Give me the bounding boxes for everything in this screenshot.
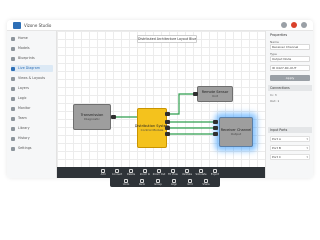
port-receiver-in-2[interactable] bbox=[213, 126, 218, 130]
tool-redo[interactable]: Redo bbox=[136, 178, 148, 187]
tool-delete[interactable]: Delete bbox=[125, 168, 137, 177]
footer-toolbar: Undo Redo Group Align Grid Share bbox=[110, 178, 220, 187]
panel-heading: Properties bbox=[270, 33, 288, 37]
port-distribution-out-1[interactable] bbox=[165, 112, 170, 116]
layout-icon bbox=[11, 76, 15, 81]
connections-section[interactable]: Connections bbox=[268, 85, 312, 91]
port-receiver-in-1[interactable] bbox=[213, 120, 218, 124]
wire-distribution-sensor[interactable] bbox=[167, 93, 197, 115]
tool-share[interactable]: Share bbox=[200, 178, 212, 187]
sidebar-item-home[interactable]: Home bbox=[11, 35, 53, 42]
app-window: Vizone Studio Home Models Blueprints Liv… bbox=[7, 20, 313, 178]
logic-icon bbox=[11, 96, 15, 101]
port-distribution-out-3[interactable] bbox=[165, 126, 170, 130]
sidebar-item-logic[interactable]: Logic bbox=[11, 95, 53, 102]
chevron-down-icon: ▾ bbox=[306, 137, 308, 141]
port-row-b[interactable]: Port B ▾ bbox=[270, 145, 310, 151]
app-logo bbox=[13, 22, 21, 29]
sidebar-item-settings[interactable]: Settings bbox=[11, 145, 53, 152]
node-transmission[interactable]: Transmission Diagnostic bbox=[73, 104, 111, 130]
sidebar-item-layers[interactable]: Layers bbox=[11, 85, 53, 92]
settings-icon bbox=[11, 146, 15, 151]
tool-undo[interactable]: Undo bbox=[120, 178, 132, 187]
tool-connect[interactable]: Connect bbox=[111, 168, 123, 177]
tool-validate[interactable]: Validate bbox=[181, 168, 193, 177]
type-field[interactable]: Output Node bbox=[270, 56, 310, 62]
port-distribution-out-2[interactable] bbox=[165, 120, 170, 124]
properties-panel: Properties Name Receiver Channel Type Ou… bbox=[265, 31, 313, 178]
monitor-icon bbox=[11, 106, 15, 111]
diagram-icon bbox=[11, 66, 15, 71]
node-receiver-channel[interactable]: Receiver Channel Output bbox=[219, 117, 253, 147]
history-icon bbox=[11, 136, 15, 141]
tool-add[interactable]: Add bbox=[97, 168, 109, 177]
sidebar-item-models[interactable]: Models bbox=[11, 45, 53, 52]
input-ports-section[interactable]: Input Ports bbox=[268, 127, 312, 133]
tool-group[interactable]: Group bbox=[152, 178, 164, 187]
top-bar: Vizone Studio bbox=[7, 20, 313, 31]
top-icons bbox=[281, 22, 307, 28]
home-icon bbox=[11, 36, 15, 41]
folder-icon bbox=[11, 46, 15, 51]
port-distribution-out-4[interactable] bbox=[165, 132, 170, 136]
tool-grid[interactable]: Grid bbox=[184, 178, 196, 187]
sidebar-item-monitor[interactable]: Monitor bbox=[11, 105, 53, 112]
id-field[interactable]: ID 0427-RC-OUT bbox=[270, 65, 310, 71]
library-icon bbox=[11, 126, 15, 131]
sidebar-item-history[interactable]: History bbox=[11, 135, 53, 142]
diagram-canvas[interactable]: Distributed Architecture Layout Blueprin… bbox=[57, 31, 265, 167]
port-sensor-in[interactable] bbox=[193, 92, 198, 96]
connections-out: Out: 1 bbox=[270, 99, 280, 103]
node-remote-sensor[interactable]: Remote Sensor Unit bbox=[197, 86, 233, 102]
sidebar-item-views[interactable]: Views & Layouts bbox=[11, 75, 53, 82]
tool-fit-view[interactable]: Fit View bbox=[167, 168, 179, 177]
port-row-a[interactable]: Port A ▾ bbox=[270, 136, 310, 142]
team-icon bbox=[11, 116, 15, 121]
sidebar-item-team[interactable]: Team bbox=[11, 115, 53, 122]
node-distribution-system[interactable]: Distribution System Control Module bbox=[135, 108, 169, 148]
tool-export[interactable]: Export bbox=[209, 168, 221, 177]
notification-icon[interactable] bbox=[291, 22, 297, 28]
tool-simulate[interactable]: Simulate bbox=[195, 168, 207, 177]
name-field[interactable]: Receiver Channel bbox=[270, 44, 310, 50]
app-title: Vizone Studio bbox=[24, 23, 52, 28]
apply-button[interactable]: Apply bbox=[270, 75, 310, 81]
port-transmission-out[interactable] bbox=[111, 115, 116, 119]
left-sidebar: Home Models Blueprints Live Diagram View… bbox=[7, 31, 57, 178]
tool-align[interactable]: Align bbox=[168, 178, 180, 187]
connections-in: In: 3 bbox=[270, 93, 277, 97]
help-icon[interactable] bbox=[281, 22, 287, 28]
sidebar-item-blueprints[interactable]: Blueprints bbox=[11, 55, 53, 62]
layers-icon bbox=[11, 86, 15, 91]
tool-zoom-in[interactable]: Zoom In bbox=[139, 168, 151, 177]
blueprint-icon bbox=[11, 56, 15, 61]
port-row-c[interactable]: Port C ▾ bbox=[270, 154, 310, 160]
chevron-down-icon: ▾ bbox=[306, 155, 308, 159]
chevron-down-icon: ▾ bbox=[306, 146, 308, 150]
sidebar-item-live-diagram[interactable]: Live Diagram bbox=[11, 65, 53, 72]
tool-zoom-out[interactable]: Zoom Out bbox=[153, 168, 165, 177]
port-receiver-in-3[interactable] bbox=[213, 132, 218, 136]
user-avatar[interactable] bbox=[301, 22, 307, 28]
sidebar-item-library[interactable]: Library bbox=[11, 125, 53, 132]
bottom-toolbar: Add Connect Delete Zoom In Zoom Out Fit … bbox=[57, 167, 265, 178]
